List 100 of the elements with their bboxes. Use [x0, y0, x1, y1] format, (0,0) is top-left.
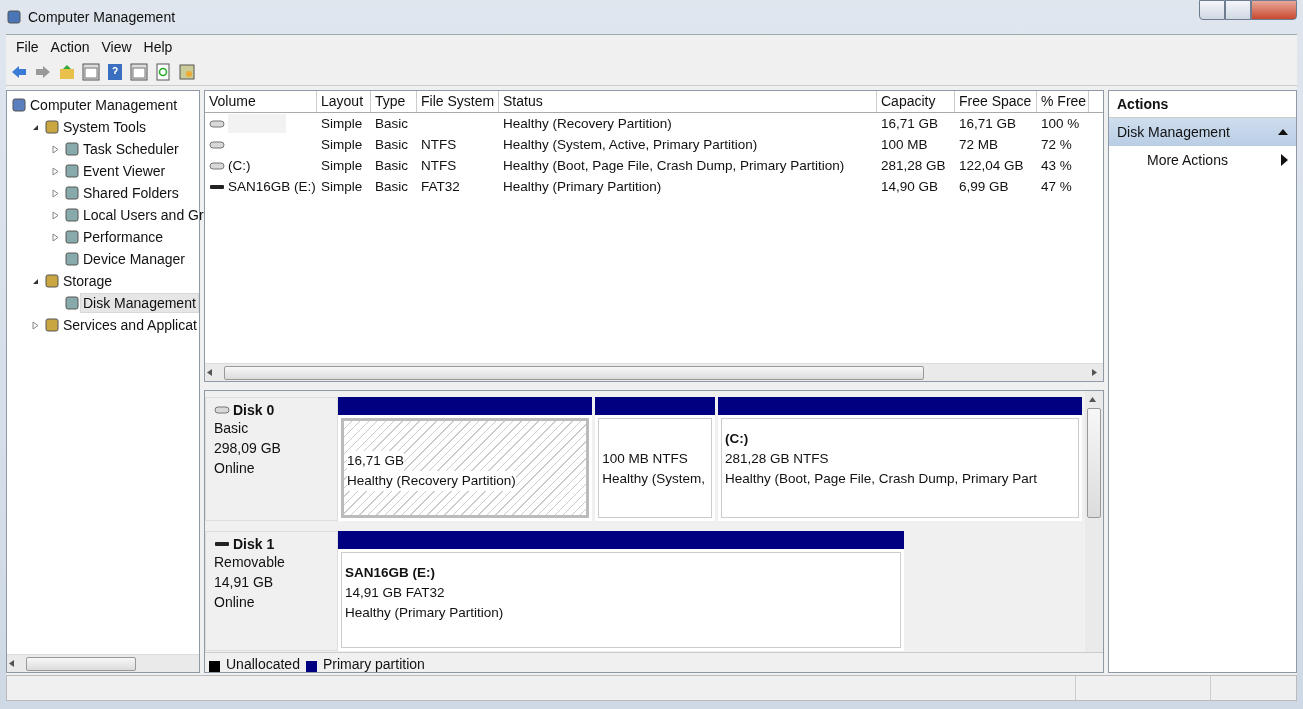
table-cell-text: 100 %: [1040, 115, 1081, 133]
tree-item[interactable]: Event Viewer: [80, 161, 169, 181]
tree-item[interactable]: Computer Management: [27, 95, 181, 115]
partition-size: 281,28 GB NTFS: [725, 450, 829, 468]
menu-item[interactable]: View: [95, 38, 138, 55]
volume-name: (C:): [228, 158, 251, 173]
table-cell-text: 47 %: [1040, 178, 1073, 196]
disk-size: 298,09 GB: [214, 439, 282, 458]
scrollbar-thumb[interactable]: [1087, 408, 1101, 518]
table-cell-text: 6,99 GB: [958, 178, 1010, 196]
partition-title: SAN16GB (E:): [345, 564, 435, 582]
expand-arrow-icon[interactable]: [51, 188, 60, 198]
partition-status: Healthy (System,: [602, 470, 706, 488]
disk-size: 14,91 GB: [214, 573, 275, 592]
tree-node-icon: [64, 141, 80, 157]
tree-node-icon: [44, 273, 60, 289]
partition[interactable]: (C:) 281,28 GB NTFS Healthy (Boot, Page File, Crash Dump, Primary Part: [721, 418, 1079, 518]
table-cell-text: 14,90 GB: [880, 178, 940, 196]
tree-node-icon: [64, 295, 80, 311]
tree-item[interactable]: Storage: [60, 271, 116, 291]
maximize-button[interactable]: [1225, 0, 1251, 20]
column-header[interactable]: Status: [499, 91, 877, 112]
partition-status: Healthy (Primary Partition): [345, 604, 504, 622]
tree-node-icon: [11, 97, 27, 113]
table-cell-text: Simple: [320, 157, 364, 175]
removable-drive-icon: [214, 539, 230, 549]
table-cell-text: NTFS: [420, 157, 458, 175]
partition-size: 16,71 GB: [347, 451, 405, 471]
minimize-button[interactable]: [1199, 0, 1225, 20]
partition[interactable]: 16,71 GB Healthy (Recovery Partition): [341, 418, 590, 518]
expand-arrow-icon[interactable]: [31, 320, 40, 330]
refresh-icon[interactable]: [154, 62, 172, 81]
partition-size: 14,91 GB FAT32: [345, 584, 445, 602]
table-cell-text: Healthy (Primary Partition): [502, 178, 663, 196]
tree-item[interactable]: Performance: [80, 227, 167, 247]
tree-item[interactable]: Local Users and Gr: [80, 205, 207, 225]
scrollbar-thumb[interactable]: [26, 656, 136, 671]
expand-arrow-icon[interactable]: [51, 144, 60, 154]
tree-node-icon: [44, 317, 60, 333]
table-cell-text: 43 %: [1040, 157, 1073, 175]
disk-type: Removable: [214, 553, 286, 572]
partition-size: 100 MB NTFS: [602, 450, 688, 468]
submenu-arrow-icon: [1281, 154, 1288, 166]
folder-up-icon[interactable]: [58, 62, 76, 81]
menu-item[interactable]: File: [10, 38, 45, 55]
tree-item[interactable]: Disk Management: [80, 293, 199, 313]
tree-node-icon: [64, 207, 80, 223]
tree-item[interactable]: Shared Folders: [80, 183, 182, 203]
column-header[interactable]: Type: [371, 91, 417, 112]
drive-icon: [209, 118, 225, 129]
disk-status: Online: [214, 593, 256, 612]
table-cell-text: Basic: [374, 178, 409, 196]
tree-node-icon: [64, 163, 80, 179]
table-cell-text: FAT32: [420, 178, 461, 196]
tree-node-icon: [64, 229, 80, 245]
column-header[interactable]: Free Space: [955, 91, 1037, 112]
partition[interactable]: 100 MB NTFS Healthy (System,: [598, 418, 712, 518]
disk-name: Disk 0: [214, 402, 329, 418]
actions-section[interactable]: Disk Management: [1109, 118, 1296, 146]
column-header[interactable]: Capacity: [877, 91, 955, 112]
partition-status: Healthy (Recovery Partition): [347, 471, 516, 491]
expand-arrow-icon[interactable]: [51, 166, 60, 176]
menu-item[interactable]: Action: [44, 38, 96, 55]
console-tree-icon[interactable]: [82, 62, 100, 81]
table-cell-text: 100 MB: [880, 136, 929, 154]
app-icon: [6, 9, 22, 25]
menu-item[interactable]: Help: [137, 38, 179, 55]
table-cell-text: 72 MB: [958, 136, 1000, 154]
scroll-left-icon[interactable]: [205, 368, 214, 377]
action-pane-icon[interactable]: [130, 62, 148, 81]
scrollbar-thumb[interactable]: [224, 365, 924, 380]
table-cell-text: Simple: [320, 178, 364, 196]
tree-item[interactable]: Task Scheduler: [80, 139, 182, 159]
scroll-left-icon[interactable]: [7, 659, 16, 668]
column-header[interactable]: Layout: [317, 91, 371, 112]
scroll-up-icon[interactable]: [1087, 395, 1097, 404]
scroll-right-icon[interactable]: [1090, 368, 1099, 377]
window-title: Computer Management: [28, 9, 176, 25]
expand-arrow-icon[interactable]: [51, 210, 60, 220]
column-header[interactable]: File System: [417, 91, 499, 112]
legend-label: Primary partition: [322, 656, 425, 672]
legend-label: Unallocated: [226, 656, 300, 672]
close-button[interactable]: [1251, 0, 1297, 20]
expand-arrow-icon[interactable]: [51, 232, 60, 242]
tree-item[interactable]: Device Manager: [80, 249, 188, 269]
column-header[interactable]: % Free: [1037, 91, 1089, 112]
action-item[interactable]: More Actions: [1109, 146, 1296, 174]
collapse-icon: [1278, 128, 1288, 136]
disk-status: Online: [214, 459, 256, 478]
properties-icon[interactable]: [178, 62, 196, 81]
table-cell-text: 72 %: [1040, 136, 1073, 154]
drive-icon: [214, 405, 230, 415]
disk-type: Basic: [214, 419, 250, 438]
tree-item[interactable]: Services and Applicat: [60, 315, 200, 335]
partition[interactable]: SAN16GB (E:) 14,91 GB FAT32 Healthy (Primary Partition): [341, 552, 901, 648]
column-header[interactable]: Volume: [205, 91, 317, 112]
help-icon[interactable]: [106, 62, 124, 81]
table-cell-text: 16,71 GB: [958, 115, 1018, 133]
table-cell-text: NTFS: [420, 136, 458, 154]
tree-item[interactable]: System Tools: [60, 117, 149, 137]
